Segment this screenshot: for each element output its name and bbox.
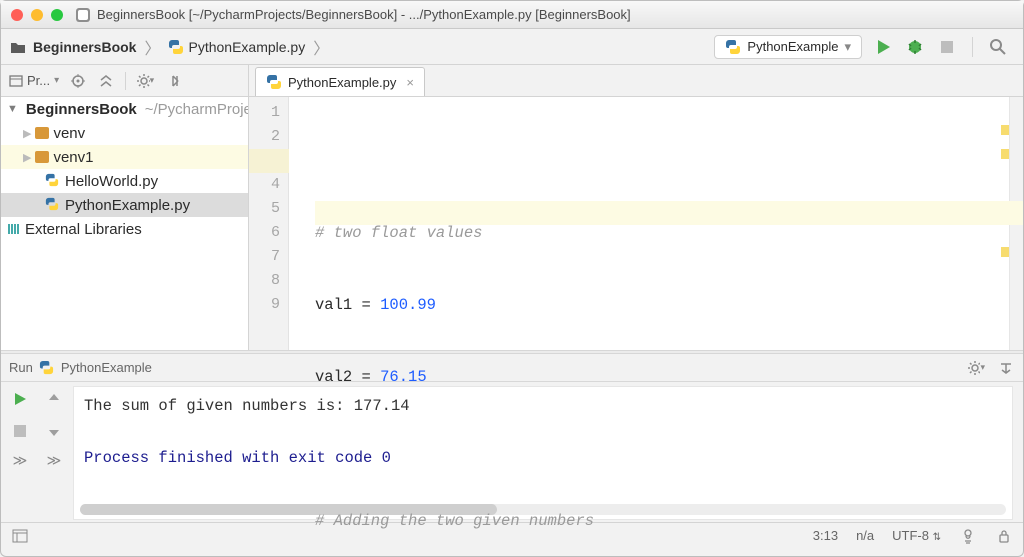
project-root-path: ~/PycharmProjects/BeginnersBook: [145, 101, 249, 118]
tree-item-label: HelloWorld.py: [65, 173, 158, 190]
line-number: 5: [249, 197, 280, 221]
run-side-toolbar: ≫ ≫: [1, 382, 73, 522]
toolwindows-toggle-button[interactable]: [11, 527, 29, 545]
tool-tabs-bar: Pr... ▾ ▾ PythonExample.py ×: [1, 65, 1023, 97]
expand-icon[interactable]: ▶: [23, 151, 31, 164]
project-view-selector[interactable]: Pr... ▾: [9, 73, 59, 88]
close-tab-button[interactable]: ×: [406, 75, 414, 90]
python-icon: [39, 360, 55, 376]
project-root[interactable]: ▼ BeginnersBook ~/PycharmProjects/Beginn…: [1, 97, 248, 121]
stop-button[interactable]: [936, 36, 958, 58]
collapse-all-button[interactable]: [97, 72, 115, 90]
search-everywhere-button[interactable]: [987, 36, 1009, 58]
run-configuration-selector[interactable]: PythonExample ▾: [714, 35, 862, 59]
chevron-down-icon: ▾: [844, 39, 851, 55]
project-toolwindow-header: Pr... ▾ ▾: [1, 65, 249, 96]
close-window-button[interactable]: [11, 9, 23, 21]
line-number: 4: [249, 173, 280, 197]
line-number: 9: [249, 293, 280, 317]
python-file-icon: [266, 74, 282, 90]
expand-icon[interactable]: ▶: [23, 127, 31, 140]
code-comment: # two float values: [315, 224, 482, 242]
app-icon: [75, 7, 91, 23]
breadcrumb-file[interactable]: PythonExample.py: [166, 37, 307, 57]
chevron-down-icon: ▾: [54, 75, 59, 86]
stripe-marker[interactable]: [1001, 125, 1009, 135]
navigation-bar: BeginnersBook 〉 PythonExample.py 〉 Pytho…: [1, 29, 1023, 65]
gutter-highlight: [249, 149, 289, 173]
code-text: val1 =: [315, 296, 380, 314]
line-number: 8: [249, 269, 280, 293]
run-header-title-prefix: Run: [9, 360, 33, 375]
external-libraries-label: External Libraries: [25, 221, 142, 238]
line-number-gutter[interactable]: 1 2 3 4 5 6 7 8 9: [249, 97, 289, 350]
line-number: 7: [249, 245, 280, 269]
separator: [125, 72, 126, 90]
window-title: BeginnersBook [~/PycharmProjects/Beginne…: [97, 7, 631, 22]
line-number: 6: [249, 221, 280, 245]
python-file-icon: [168, 39, 184, 55]
python-file-icon: [45, 197, 61, 213]
tree-item-venv[interactable]: ▶ venv: [1, 121, 248, 145]
breadcrumb-root[interactable]: BeginnersBook: [31, 37, 138, 57]
code-comment: # Adding the two given numbers: [315, 512, 594, 530]
chevron-right-icon: 〉: [144, 35, 160, 59]
tree-item-label: PythonExample.py: [65, 197, 190, 214]
folder-icon: [9, 38, 27, 56]
breadcrumb-file-label: PythonExample.py: [188, 39, 305, 55]
scroll-to-source-button[interactable]: [69, 72, 87, 90]
zoom-window-button[interactable]: [51, 9, 63, 21]
line-number: 2: [249, 125, 280, 149]
stripe-marker[interactable]: [1001, 247, 1009, 257]
run-config-label: PythonExample: [747, 39, 838, 54]
breadcrumb-root-label: BeginnersBook: [33, 39, 136, 55]
traffic-lights: [11, 9, 63, 21]
expand-icon[interactable]: ▼: [7, 103, 18, 115]
expand-button[interactable]: ≫: [13, 452, 28, 469]
breadcrumbs: BeginnersBook 〉 PythonExample.py 〉: [9, 35, 714, 59]
run-toolbar: [872, 36, 1009, 58]
stop-button[interactable]: [9, 420, 31, 442]
run-button[interactable]: [872, 36, 894, 58]
python-icon: [725, 39, 741, 55]
stripe-marker[interactable]: [1001, 149, 1009, 159]
settings-button[interactable]: ▾: [136, 72, 154, 90]
tree-item-helloworld[interactable]: HelloWorld.py: [1, 169, 248, 193]
project-view-label: Pr...: [27, 73, 50, 88]
tree-item-label: venv1: [53, 149, 93, 166]
code-number: 100.99: [380, 296, 436, 314]
tree-item-label: venv: [53, 125, 85, 142]
window-titlebar: BeginnersBook [~/PycharmProjects/Beginne…: [1, 1, 1023, 29]
line-number: 1: [249, 101, 280, 125]
debug-button[interactable]: [904, 36, 926, 58]
editor-tab-label: PythonExample.py: [288, 75, 396, 90]
up-stacktrace-button[interactable]: [43, 388, 65, 410]
down-stacktrace-button[interactable]: [43, 420, 65, 442]
minimize-window-button[interactable]: [31, 9, 43, 21]
tree-item-pythonexample[interactable]: PythonExample.py: [1, 193, 248, 217]
main-area: ▼ BeginnersBook ~/PycharmProjects/Beginn…: [1, 97, 1023, 350]
libraries-icon: [7, 222, 21, 236]
separator: [972, 37, 973, 57]
console-line: The sum of given numbers is: 177.14: [84, 393, 1002, 419]
code-text: val2 =: [315, 368, 380, 386]
hide-button[interactable]: [164, 72, 182, 90]
code-number: 76.15: [380, 368, 427, 386]
project-root-label: BeginnersBook: [26, 101, 137, 118]
run-header-title: PythonExample: [61, 360, 152, 375]
project-tree[interactable]: ▼ BeginnersBook ~/PycharmProjects/Beginn…: [1, 97, 249, 350]
expand-button[interactable]: ≫: [47, 452, 62, 469]
folder-icon: [35, 127, 49, 139]
chevron-right-icon: 〉: [313, 35, 329, 59]
code-editor[interactable]: 1 2 3 4 5 6 7 8 9 # two float values val…: [249, 97, 1023, 350]
code-area[interactable]: # two float values val1 = 100.99 val2 = …: [289, 97, 1023, 350]
external-libraries[interactable]: External Libraries: [1, 217, 248, 241]
tree-item-venv1[interactable]: ▶ venv1: [1, 145, 248, 169]
rerun-button[interactable]: [9, 388, 31, 410]
editor-tabs: PythonExample.py ×: [249, 65, 1023, 96]
editor-tab-active[interactable]: PythonExample.py ×: [255, 67, 425, 96]
folder-icon: [35, 151, 49, 163]
python-file-icon: [45, 173, 61, 189]
